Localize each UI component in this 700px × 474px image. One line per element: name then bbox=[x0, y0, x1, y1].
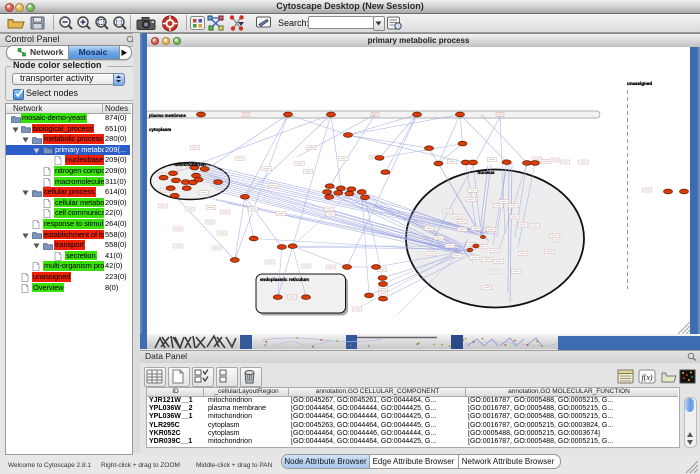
svg-text:plasma membrane: plasma membrane bbox=[149, 113, 186, 118]
svg-text:cytoplasm: cytoplasm bbox=[149, 127, 171, 132]
svg-text:1:1: 1:1 bbox=[115, 21, 124, 27]
svg-text:mitochondrion: mitochondrion bbox=[174, 162, 206, 167]
svg-text:f(x): f(x) bbox=[641, 373, 652, 382]
svg-text:endoplasmic reticulum: endoplasmic reticulum bbox=[260, 277, 309, 282]
svg-text:unassigned: unassigned bbox=[627, 81, 652, 86]
svg-text:nucleus: nucleus bbox=[477, 170, 495, 175]
